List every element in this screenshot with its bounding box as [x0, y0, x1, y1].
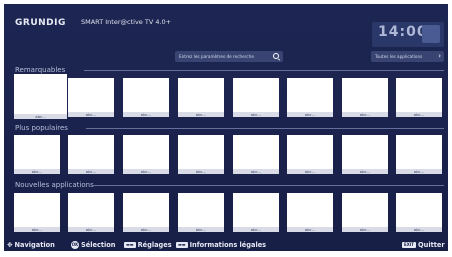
- section-title: Remarquables: [15, 66, 66, 74]
- app-tile[interactable]: abc...: [342, 78, 388, 117]
- footer-settings: ▬▬ Réglages: [124, 241, 172, 249]
- app-tile[interactable]: abc...: [123, 78, 169, 117]
- app-tile[interactable]: abc...: [68, 193, 114, 232]
- app-tile[interactable]: abc...: [178, 193, 224, 232]
- section-divider: [92, 185, 444, 186]
- app-tile-label: abc...: [178, 112, 224, 117]
- app-tile-label: abc...: [342, 169, 388, 174]
- app-tile[interactable]: abc...: [123, 193, 169, 232]
- tv-screen: GRUNDIG SMART Inter@ctive TV 4.0+ 14:00 …: [4, 4, 448, 251]
- app-tile-label: abc...: [14, 169, 60, 174]
- info-key-icon: ▬▬: [176, 242, 188, 248]
- chevron-right-icon: ›: [438, 52, 441, 60]
- app-tile[interactable]: abc...: [178, 135, 224, 174]
- app-tile-label: abc...: [233, 112, 279, 117]
- footer-navigation-label: Navigation: [14, 241, 55, 249]
- app-tile-label: abc...: [233, 227, 279, 232]
- app-tile-label: abc...: [396, 112, 442, 117]
- app-tile-label: abc...: [123, 169, 169, 174]
- app-tile[interactable]: abc...: [178, 78, 224, 117]
- app-tile[interactable]: abc...: [396, 78, 442, 117]
- footer-info-label: Informations légales: [189, 241, 267, 249]
- app-tile-label: abc...: [396, 227, 442, 232]
- app-tile-label: abc...: [287, 227, 333, 232]
- section-divider: [84, 70, 444, 71]
- app-tile-label: abc...: [68, 227, 114, 232]
- search-input[interactable]: Entrez les paramètres de recherche: [175, 51, 283, 62]
- app-tile-label: abc...: [396, 169, 442, 174]
- footer-selection-label: Sélection: [81, 241, 116, 249]
- app-tile[interactable]: abc...: [287, 135, 333, 174]
- app-tile-label: abc...: [233, 169, 279, 174]
- ok-key-icon: OK: [71, 241, 79, 249]
- section-title: Nouvelles applications: [15, 181, 94, 189]
- app-tile[interactable]: abc...: [14, 135, 60, 174]
- app-tile-label: abc...: [287, 169, 333, 174]
- footer-quit-label: Quitter: [418, 241, 445, 249]
- footer-navigation: ✥ Navigation: [7, 241, 55, 249]
- footer-quit: EXIT Quitter: [402, 241, 445, 249]
- app-tile[interactable]: abc...: [123, 135, 169, 174]
- app-tile[interactable]: abc...: [233, 78, 279, 117]
- app-tile[interactable]: abc...: [287, 78, 333, 117]
- app-tile[interactable]: abc...: [342, 135, 388, 174]
- app-tile-label: abc...: [342, 112, 388, 117]
- menu-key-icon: ▬▬: [124, 242, 136, 248]
- section-divider: [86, 128, 444, 129]
- exit-key-icon: EXIT: [402, 242, 417, 248]
- app-tile[interactable]: abc...: [287, 193, 333, 232]
- footer-selection: OK Sélection: [71, 241, 116, 249]
- app-tile[interactable]: abc...: [233, 193, 279, 232]
- footer-legend: ✥ Navigation OK Sélection ▬▬ Réglages ▬▬…: [4, 240, 448, 251]
- all-apps-button[interactable]: Toutes les applications ›: [371, 51, 444, 62]
- app-tile-label: abc...: [178, 227, 224, 232]
- app-tile-label: abc...: [68, 112, 114, 117]
- app-tile[interactable]: abc...: [342, 193, 388, 232]
- weather-icon: [422, 25, 440, 43]
- footer-settings-label: Réglages: [137, 241, 172, 249]
- app-tile-label: abc...: [14, 227, 60, 232]
- app-tile[interactable]: abc...: [68, 135, 114, 174]
- app-tile[interactable]: abc...: [14, 193, 60, 232]
- app-tile[interactable]: abc...: [14, 74, 67, 119]
- all-apps-label: Toutes les applications: [375, 54, 423, 59]
- app-tile-label: abc...: [342, 227, 388, 232]
- app-tile[interactable]: abc...: [396, 135, 442, 174]
- app-tile-label: abc...: [68, 169, 114, 174]
- search-icon: [273, 53, 279, 59]
- app-tile[interactable]: abc...: [396, 193, 442, 232]
- dpad-icon: ✥: [7, 241, 13, 249]
- footer-info: ▬▬ Informations légales: [176, 241, 266, 249]
- app-tile[interactable]: abc...: [68, 78, 114, 117]
- product-title: SMART Inter@ctive TV 4.0+: [81, 18, 172, 26]
- app-tile[interactable]: abc...: [233, 135, 279, 174]
- clock: 14:00: [378, 24, 428, 40]
- app-tile-label: abc...: [123, 227, 169, 232]
- app-tile-label: abc...: [178, 169, 224, 174]
- section-title: Plus populaires: [15, 124, 68, 132]
- search-placeholder: Entrez les paramètres de recherche: [179, 54, 254, 59]
- app-tile-label: abc...: [14, 114, 67, 119]
- brand-logo: GRUNDIG: [15, 18, 66, 28]
- app-tile-label: abc...: [287, 112, 333, 117]
- app-tile-label: abc...: [123, 112, 169, 117]
